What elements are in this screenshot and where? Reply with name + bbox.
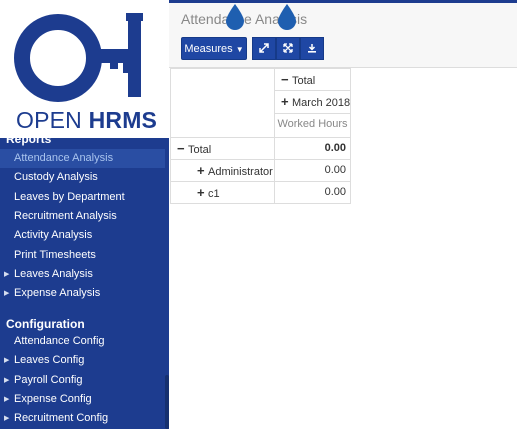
sidebar: OPEN HRMS Reports Attendance Analysis Cus…	[0, 0, 169, 429]
logo-text-open: OPEN	[16, 107, 82, 133]
sidebar-item-label: Activity Analysis	[14, 229, 93, 242]
sidebar-item-label: Recruitment Config	[14, 412, 109, 425]
caret-right-icon: ▶	[4, 357, 10, 365]
plus-icon: +	[197, 163, 205, 178]
sidebar-item-custody-analysis[interactable]: Custody Analysis	[0, 168, 165, 187]
sidebar-item-leaves-by-department[interactable]: Leaves by Department	[0, 188, 165, 207]
row-header-administrator[interactable]: + Administrator	[170, 159, 275, 182]
col-header-period[interactable]: + March 2018	[274, 90, 351, 114]
sidebar-item-label: Print Timesheets	[14, 248, 96, 261]
sidebar-item-label: Leaves by Department	[14, 190, 125, 203]
sidebar-item-label: Leaves Analysis	[14, 267, 93, 280]
sidebar-item-activity-analysis[interactable]: Activity Analysis	[0, 226, 165, 245]
open-hrms-logo-icon	[14, 13, 143, 102]
measures-dropdown-button[interactable]: Measures ▼	[181, 37, 247, 60]
caret-right-icon: ▶	[4, 376, 10, 384]
sidebar-item-recruitment-config[interactable]: ▶ Recruitment Config	[0, 409, 165, 428]
drop-marker-icon	[226, 4, 244, 30]
col-header-total-label: Total	[292, 75, 316, 87]
sidebar-item-expense-config[interactable]: ▶ Expense Config	[0, 390, 165, 409]
flip-axis-button[interactable]	[276, 37, 300, 60]
download-icon	[308, 44, 316, 53]
row-header-total[interactable]: − Total	[170, 137, 275, 160]
value-cell-administrator[interactable]: 0.00	[274, 159, 351, 182]
col-header-total[interactable]: − Total	[274, 68, 351, 91]
value-cell-total[interactable]: 0.00	[274, 137, 351, 160]
logo-area[interactable]: OPEN HRMS	[0, 0, 169, 138]
sidebar-item-label: Expense Config	[14, 392, 92, 405]
flip-axis-icon	[283, 43, 293, 53]
configuration-section-title: Configuration	[6, 317, 85, 331]
minus-icon: −	[177, 141, 185, 156]
value-cell-c1[interactable]: 0.00	[274, 181, 351, 204]
control-panel: Attendance Analysis Measures ▼	[169, 3, 517, 68]
row-header-c1-label: c1	[208, 188, 220, 200]
row-header-c1[interactable]: + c1	[170, 181, 275, 204]
sidebar-item-label: Leaves Config	[14, 354, 85, 367]
sidebar-item-label: Payroll Config	[14, 373, 83, 386]
pivot-corner-cell	[170, 68, 275, 138]
sidebar-item-leaves-analysis[interactable]: ▶ Leaves Analysis	[0, 265, 165, 284]
sidebar-item-print-timesheets[interactable]: Print Timesheets	[0, 246, 165, 265]
expand-arrows-icon	[259, 43, 269, 53]
sidebar-item-label: Custody Analysis	[14, 171, 98, 184]
measures-label: Measures	[184, 43, 233, 55]
expand-all-button[interactable]	[252, 37, 276, 60]
sidebar-item-expense-analysis[interactable]: ▶ Expense Analysis	[0, 284, 165, 303]
plus-icon: +	[281, 94, 289, 109]
caret-right-icon: ▶	[4, 270, 10, 278]
logo-text-hrms: HRMS	[88, 107, 158, 133]
caret-down-icon: ▼	[235, 45, 244, 54]
reports-section-title: Reports	[6, 132, 52, 146]
plus-icon: +	[197, 185, 205, 200]
sidebar-item-leaves-config[interactable]: ▶ Leaves Config	[0, 351, 165, 370]
sidebar-item-label: Recruitment Analysis	[14, 209, 117, 222]
logo-text: OPEN HRMS	[16, 107, 157, 134]
sidebar-item-attendance-config[interactable]: Attendance Config	[0, 332, 165, 351]
download-button[interactable]	[300, 37, 324, 60]
measure-header[interactable]: Worked Hours	[274, 113, 351, 138]
sidebar-scrollbar-thumb[interactable]	[165, 375, 169, 429]
drop-marker-icon	[278, 4, 296, 30]
sidebar-item-recruitment-analysis[interactable]: Recruitment Analysis	[0, 207, 165, 226]
col-header-period-label: March 2018	[292, 97, 351, 109]
caret-right-icon: ▶	[4, 415, 10, 423]
caret-right-icon: ▶	[4, 290, 10, 298]
row-header-total-label: Total	[188, 144, 212, 156]
sidebar-item-label: Attendance Analysis	[14, 152, 114, 164]
row-header-administrator-label: Administrator	[208, 166, 273, 178]
sidebar-item-label: Expense Analysis	[14, 287, 101, 300]
sidebar-item-label: Attendance Config	[14, 335, 105, 347]
minus-icon: −	[281, 72, 289, 87]
sidebar-item-payroll-config[interactable]: ▶ Payroll Config	[0, 371, 165, 390]
sidebar-item-attendance-analysis[interactable]: Attendance Analysis	[0, 149, 165, 168]
caret-right-icon: ▶	[4, 395, 10, 403]
